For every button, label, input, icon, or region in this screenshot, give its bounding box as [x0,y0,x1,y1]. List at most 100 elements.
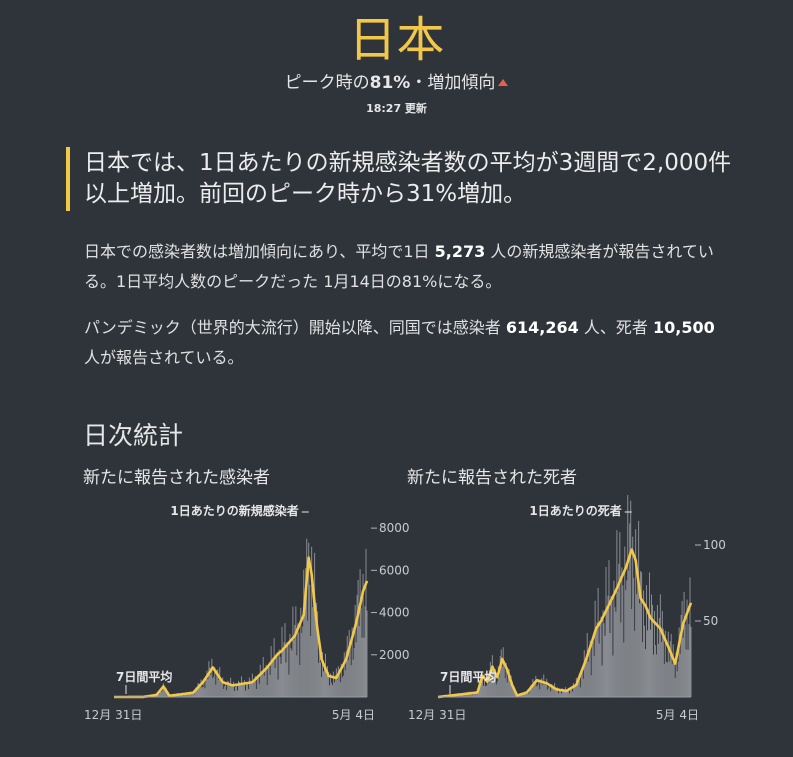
daily-bar [587,661,589,697]
daily-bar [244,690,246,697]
daily-bar [336,679,338,697]
daily-bar [204,688,206,697]
daily-bar [302,626,304,697]
daily-bar [498,676,500,697]
daily-bar [284,623,286,697]
daily-bar [663,663,665,697]
daily-bar [213,676,215,697]
daily-bar [558,693,560,697]
daily-bar [250,682,252,697]
daily-bar [333,682,335,697]
daily-bar [620,622,622,697]
daily-bar [288,674,290,697]
daily-bar [160,691,162,697]
daily-bar [646,585,648,697]
daily-bar [269,674,271,697]
daily-bar [676,671,678,697]
daily-bar [609,633,611,697]
daily-bar [301,632,303,697]
daily-bar [531,688,533,697]
daily-bar [277,679,279,697]
daily-bar [599,621,601,697]
daily-bar [542,684,544,697]
daily-bar [626,580,628,697]
daily-bar [272,657,274,697]
daily-bar [648,608,649,697]
daily-bar [636,594,638,697]
average-label: 7日間平均 [116,669,172,684]
totals-summary: パンデミック（世界的大流行）開始以降、同国では感染者 614,264 人、死者 … [84,313,734,373]
daily-bar [509,683,511,697]
daily-bar [605,566,607,697]
daily-bar [652,654,654,697]
daily-bar [601,665,603,697]
daily-bar [229,686,231,697]
daily-bar [659,594,661,697]
daily-bar [586,632,588,697]
daily-bar [484,686,486,697]
daily-bar [603,623,605,697]
daily-bar [296,655,298,697]
daily-bar [595,626,597,697]
daily-bar [657,643,659,697]
daily-bar [645,649,647,697]
daily-bar [677,661,679,697]
daily-bar [568,693,570,697]
headline: 日本では、1日あたりの新規感染者数の平均が3週間で2,000件以上増加。前回のピ… [84,150,732,207]
daily-bar [661,610,663,697]
daily-bar [606,609,608,697]
daily-bar [355,642,357,697]
daily-bar [647,630,649,697]
daily-bar [550,691,552,697]
daily-bar [268,666,270,697]
daily-bar [286,642,288,697]
daily-bar [507,675,509,697]
daily-bar [310,636,312,697]
daily-bar [635,529,637,697]
daily-bar [682,637,684,697]
daily-bar [299,665,301,697]
daily-bar [639,603,641,697]
totals-text-1: パンデミック（世界的大流行）開始以降、同国では感染者 [84,318,501,337]
daily-bar [667,631,669,697]
x-start-label: 12月 31日 [408,708,466,722]
daily-bar [259,664,261,697]
daily-bar [278,649,280,697]
daily-bar [237,690,239,697]
daily-bar [546,678,548,697]
daily-bar [297,623,299,697]
daily-bar [344,670,346,697]
daily-bar [644,625,646,697]
daily-bar [619,532,621,697]
daily-bar [253,681,255,697]
daily-bar [503,667,505,697]
daily-bar [496,681,498,697]
daily-bar [364,606,366,697]
daily-bar [215,684,217,697]
daily-bar [280,663,282,697]
daily-bar [671,663,673,697]
daily-bar [614,607,616,697]
daily-bar [588,650,590,697]
daily-bar [633,577,635,697]
daily-bar [585,658,587,697]
daily-bar [687,649,689,697]
daily-bar [608,560,610,697]
daily-bar [485,685,487,697]
daily-bar [304,611,306,697]
y-tick-label: 4000 [379,606,410,620]
daily-bar [323,671,325,697]
daily-bar [266,684,268,697]
daily-bar [325,674,327,697]
daily-bar [500,649,502,697]
x-end-label: 5月 4日 [332,708,375,722]
daily-bar [564,691,565,697]
daily-bar [360,607,362,697]
daily-bar [670,633,672,697]
daily-bar [197,683,199,697]
daily-bar [616,530,618,697]
daily-bar [163,690,165,697]
daily-bar [617,591,619,697]
daily-bar [630,500,632,697]
daily-bar [279,656,281,697]
